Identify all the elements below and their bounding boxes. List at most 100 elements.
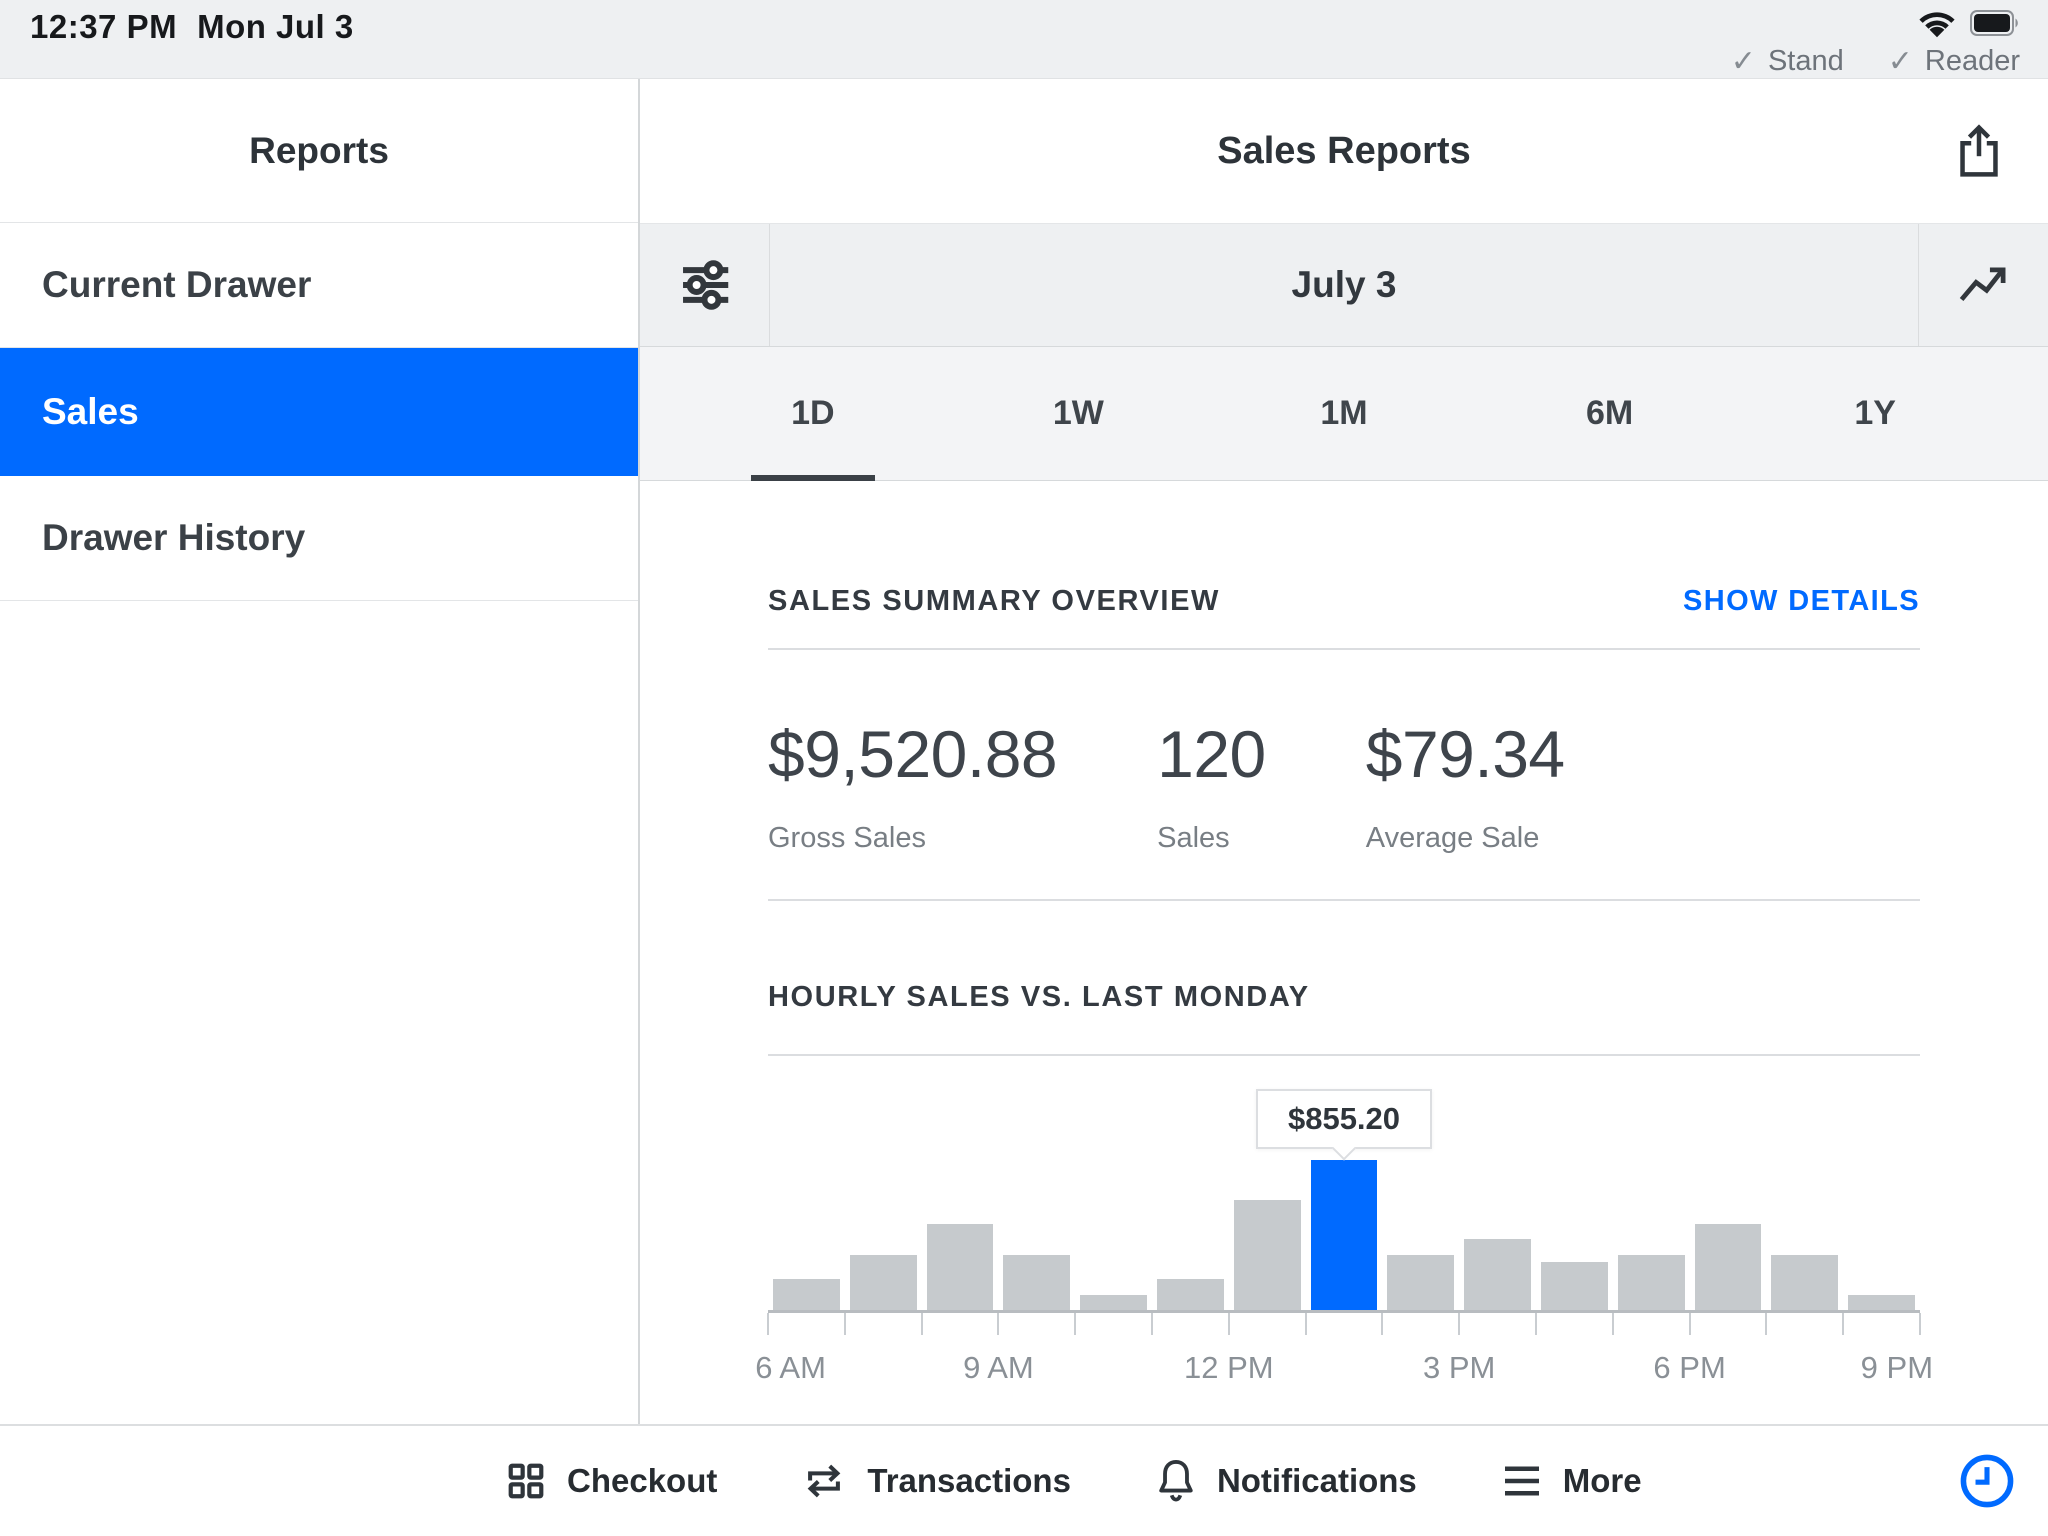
status-indicators xyxy=(1918,8,2020,38)
bar[interactable] xyxy=(1541,1262,1608,1310)
bar[interactable] xyxy=(1695,1224,1762,1310)
selected-date[interactable]: July 3 xyxy=(770,224,1918,346)
sidebar-title: Reports xyxy=(0,79,638,223)
sidebar-item-current-drawer[interactable]: Current Drawer xyxy=(0,223,638,348)
nav-checkout[interactable]: Checkout xyxy=(505,1460,717,1502)
range-tabs: 1D 1W 1M 6M 1Y xyxy=(640,347,2048,481)
tab-1m[interactable]: 1M xyxy=(1211,347,1477,480)
grid-icon xyxy=(505,1460,547,1502)
gross-sales-value: $9,520.88 xyxy=(768,716,1057,792)
x-label-12pm: 12 PM xyxy=(1184,1350,1274,1386)
sidebar-item-sales[interactable]: Sales xyxy=(0,348,638,476)
summary-heading: SALES SUMMARY OVERVIEW xyxy=(768,585,1220,618)
tab-1d[interactable]: 1D xyxy=(680,347,946,480)
divider xyxy=(768,899,1920,901)
bar[interactable] xyxy=(1234,1200,1301,1310)
nav-transactions[interactable]: Transactions xyxy=(801,1461,1071,1501)
bar-highlighted[interactable] xyxy=(1311,1160,1378,1310)
bar[interactable] xyxy=(850,1255,917,1310)
sales-count-label: Sales xyxy=(1157,822,1266,855)
axis-tick xyxy=(1074,1313,1076,1335)
tooltip-value: $855.20 xyxy=(1288,1101,1400,1137)
axis-tick xyxy=(1765,1313,1767,1335)
trend-button[interactable] xyxy=(1918,224,2048,346)
tab-1w[interactable]: 1W xyxy=(946,347,1212,480)
nav-more[interactable]: More xyxy=(1501,1462,1642,1500)
bar[interactable] xyxy=(1771,1255,1838,1310)
hourly-chart-heading: HOURLY SALES VS. LAST MONDAY xyxy=(768,981,1920,1014)
tab-6m[interactable]: 6M xyxy=(1477,347,1743,480)
app-screen: 12:37 PM Mon Jul 3 ✓ Stand ✓ Reader Repor… xyxy=(0,0,2048,1536)
status-time: 12:37 PM Mon Jul 3 xyxy=(30,8,354,46)
gross-sales-label: Gross Sales xyxy=(768,822,1057,855)
bar[interactable] xyxy=(927,1224,994,1310)
axis-tick xyxy=(1151,1313,1153,1335)
axis-tick xyxy=(1919,1313,1921,1335)
metric-average-sale: $79.34 Average Sale xyxy=(1366,716,1565,855)
stand-label: Stand xyxy=(1768,45,1844,78)
axis-tick xyxy=(1535,1313,1537,1335)
average-sale-label: Average Sale xyxy=(1366,822,1565,855)
reader-status: ✓ Reader xyxy=(1888,44,2020,79)
date-selector-bar: July 3 xyxy=(640,223,2048,347)
bar[interactable] xyxy=(1848,1295,1915,1310)
show-details-link[interactable]: SHOW DETAILS xyxy=(1683,585,1920,618)
x-label-9am: 9 AM xyxy=(963,1350,1034,1386)
summary-metrics: $9,520.88 Gross Sales 120 Sales $79.34 A… xyxy=(768,650,1920,855)
bar[interactable] xyxy=(1387,1255,1454,1310)
x-label-6pm: 6 PM xyxy=(1653,1350,1725,1386)
share-button[interactable] xyxy=(1948,120,2010,182)
stand-status: ✓ Stand xyxy=(1731,44,1844,79)
checkmark-icon: ✓ xyxy=(1888,44,1913,79)
swap-arrows-icon xyxy=(801,1461,847,1501)
clock-history-icon xyxy=(1958,1452,2016,1510)
battery-full-icon xyxy=(1970,10,2020,36)
wifi-icon xyxy=(1918,8,1956,38)
metric-sales-count: 120 Sales xyxy=(1157,716,1266,855)
sales-count-value: 120 xyxy=(1157,716,1266,792)
average-sale-value: $79.34 xyxy=(1366,716,1565,792)
chart-baseline xyxy=(768,1310,1920,1313)
axis-tick xyxy=(921,1313,923,1335)
x-label-9pm: 9 PM xyxy=(1861,1350,1933,1386)
report-panel: SALES SUMMARY OVERVIEW SHOW DETAILS $9,5… xyxy=(640,481,2048,1424)
axis-tick xyxy=(1381,1313,1383,1335)
bar[interactable] xyxy=(1464,1239,1531,1310)
axis-tick xyxy=(1228,1313,1230,1335)
axis-tick xyxy=(1612,1313,1614,1335)
filter-button[interactable] xyxy=(640,224,770,346)
axis-tick xyxy=(1689,1313,1691,1335)
axis-tick xyxy=(997,1313,999,1335)
bar-tooltip: $855.20 xyxy=(1256,1089,1432,1149)
clock-time: 12:37 PM xyxy=(30,8,177,45)
connected-devices: ✓ Stand ✓ Reader xyxy=(1731,44,2020,79)
bar[interactable] xyxy=(1003,1255,1070,1310)
metric-gross-sales: $9,520.88 Gross Sales xyxy=(768,716,1057,855)
nav-notifications-label: Notifications xyxy=(1217,1462,1417,1500)
status-date: Mon Jul 3 xyxy=(197,8,354,45)
activity-history-button[interactable] xyxy=(1956,1450,2018,1512)
axis-tick xyxy=(767,1313,769,1335)
bottom-nav: Checkout Transactions Notifications More xyxy=(0,1424,2048,1536)
sidebar-item-drawer-history[interactable]: Drawer History xyxy=(0,476,638,601)
reader-label: Reader xyxy=(1925,45,2020,78)
tab-1y[interactable]: 1Y xyxy=(1742,347,2008,480)
share-icon xyxy=(1953,123,2005,179)
axis-tick xyxy=(1305,1313,1307,1335)
status-bar: 12:37 PM Mon Jul 3 ✓ Stand ✓ Reader xyxy=(0,0,2048,78)
x-label-6am: 6 AM xyxy=(755,1350,826,1386)
checkmark-icon: ✓ xyxy=(1731,44,1756,79)
main-body: Reports Current Drawer Sales Drawer Hist… xyxy=(0,78,2048,1424)
trend-line-icon xyxy=(1955,256,2013,314)
x-label-3pm: 3 PM xyxy=(1423,1350,1495,1386)
hamburger-icon xyxy=(1501,1464,1543,1498)
bar[interactable] xyxy=(773,1279,840,1310)
axis-tick xyxy=(844,1313,846,1335)
nav-more-label: More xyxy=(1563,1462,1642,1500)
bar[interactable] xyxy=(1157,1279,1224,1310)
nav-notifications[interactable]: Notifications xyxy=(1155,1458,1417,1504)
bar[interactable] xyxy=(1080,1295,1147,1310)
reports-sidebar: Reports Current Drawer Sales Drawer Hist… xyxy=(0,79,640,1424)
bar[interactable] xyxy=(1618,1255,1685,1310)
bell-icon xyxy=(1155,1458,1197,1504)
